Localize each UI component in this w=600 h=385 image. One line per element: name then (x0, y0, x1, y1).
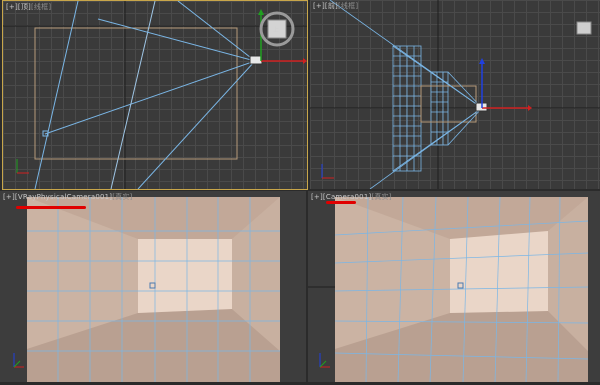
camera-render (308, 196, 589, 384)
viewport-shading[interactable]: [真实] (112, 193, 132, 201)
front-view-canvas: 前 (310, 0, 600, 189)
viewport-name[interactable]: [+][VRayPhysicalCamera001] (3, 193, 112, 201)
viewport-shading[interactable]: [真实] (371, 193, 391, 201)
viewport-name[interactable]: [+][Camera001] (311, 193, 371, 201)
perspective-render (13, 197, 280, 383)
top-view-canvas: 上 (3, 1, 307, 189)
viewcube-label: 上 (273, 26, 279, 34)
annotation-redline (16, 206, 86, 209)
camera-icon (249, 55, 263, 65)
annotation-redline (326, 201, 356, 204)
camera-line (44, 60, 256, 135)
viewport-name[interactable]: [+][顶] (6, 3, 31, 11)
viewport-vray-camera[interactable]: [+][VRayPhysicalCamera001][真实] (0, 191, 306, 385)
viewport-label-front[interactable]: [+][前][线框] (313, 1, 358, 11)
viewport-name[interactable]: [+][前] (313, 2, 338, 10)
viewport-top[interactable]: 上 [+][顶][线框] (2, 0, 308, 190)
viewport-label-vray-camera[interactable]: [+][VRayPhysicalCamera001][真实] (3, 192, 133, 202)
viewport-shading[interactable]: [线框] (31, 3, 51, 11)
viewcube-label: 前 (580, 25, 586, 33)
viewport-camera001[interactable]: [+][Camera001][真实] (308, 191, 600, 385)
viewport-shading[interactable]: [线框] (338, 2, 358, 10)
viewport-label-top[interactable]: [+][顶][线框] (6, 2, 51, 12)
viewport-front[interactable]: 前 [+][前][线框] (310, 0, 600, 189)
